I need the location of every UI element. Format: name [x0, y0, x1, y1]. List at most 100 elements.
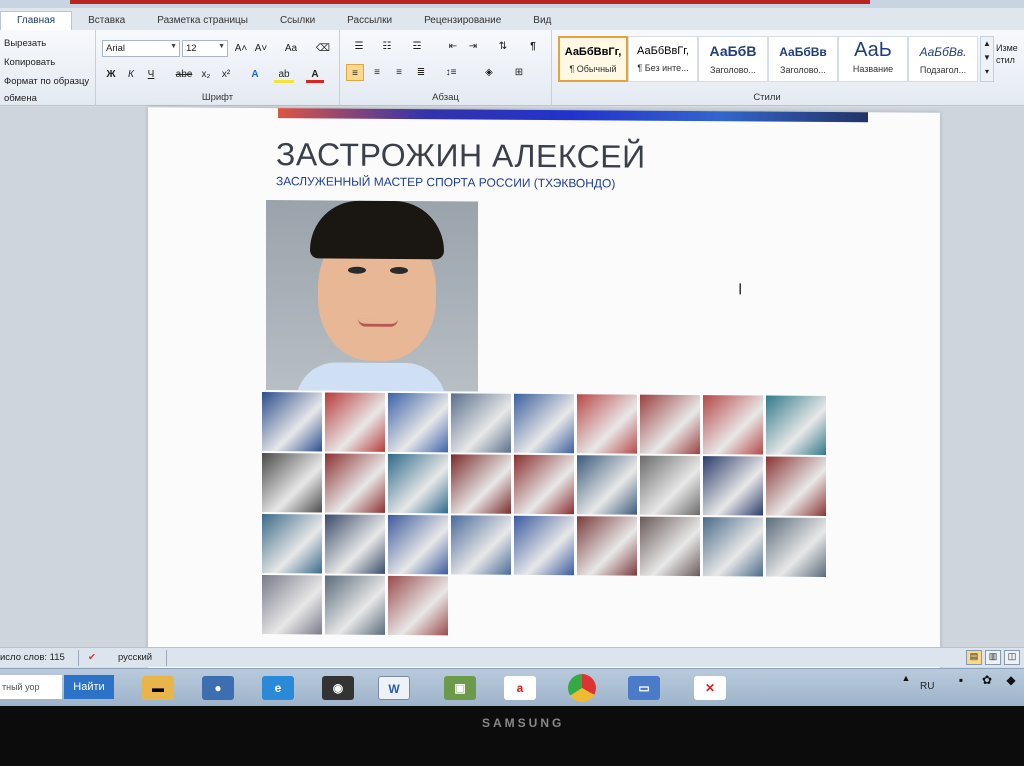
tab-mailings[interactable]: Рассылки: [331, 12, 408, 30]
bold-button[interactable]: Ж: [104, 66, 118, 83]
portrait-hair: [310, 200, 444, 260]
tab-view[interactable]: Вид: [517, 12, 567, 30]
chevron-down-icon: ▼: [170, 43, 177, 50]
taskbar-search-input[interactable]: тный уор: [0, 675, 62, 699]
increase-indent-icon[interactable]: ⇥: [464, 38, 482, 55]
document-page[interactable]: ЗАСТРОЖИН АЛЕКСЕЙ ЗАСЛУЖЕННЫЙ МАСТЕР СПО…: [148, 107, 940, 675]
style-heading-1[interactable]: АаБбВ Заголово...: [698, 36, 768, 82]
app-icon[interactable]: ◉: [322, 676, 354, 700]
language-indicator[interactable]: русский: [118, 652, 152, 663]
tray-icon[interactable]: ◆: [1002, 673, 1020, 701]
reading-view-icon[interactable]: ▥: [985, 650, 1001, 665]
folder-icon[interactable]: ▬: [142, 676, 174, 700]
style-title[interactable]: АаЬ Название: [838, 36, 908, 82]
style-sample: АаЬ: [854, 39, 892, 61]
change-styles-button[interactable]: Изме стил: [996, 42, 1024, 66]
status-separator: [166, 650, 167, 666]
gallery-photo: [262, 575, 322, 635]
tab-home[interactable]: Главная: [0, 11, 73, 30]
gallery-photo: [514, 454, 574, 515]
highlight-button[interactable]: ab: [274, 66, 294, 83]
gallery-photo: [640, 455, 700, 516]
pilcrow-icon[interactable]: ¶: [524, 38, 542, 55]
app2-icon[interactable]: ▣: [444, 676, 476, 700]
style-sample: АаБбВ: [709, 43, 757, 59]
gallery-photo: [388, 575, 448, 636]
tray-up-icon[interactable]: ▲: [896, 673, 916, 701]
decrease-indent-icon[interactable]: ⇤: [444, 38, 462, 55]
gallery-photo: [703, 395, 763, 455]
proofing-icon[interactable]: ✔: [88, 652, 96, 663]
cut-button[interactable]: Вырезать: [4, 38, 46, 49]
superscript-button[interactable]: x²: [218, 66, 234, 83]
gallery-photo: [577, 455, 637, 515]
grow-font-button[interactable]: A˄: [232, 40, 250, 57]
screen-icon[interactable]: ▭: [628, 676, 660, 700]
style-no-spacing[interactable]: АаБбВвГг, ¶ Без инте...: [628, 36, 698, 82]
style-subtitle[interactable]: АаБбВв. Подзагол...: [908, 36, 978, 82]
web-layout-icon[interactable]: ◫: [1004, 650, 1020, 665]
style-normal[interactable]: АаБбВвГг, ¶ Обычный: [558, 36, 628, 82]
gallery-photo: [451, 515, 511, 575]
taskbar-search-button[interactable]: Найти: [64, 675, 114, 699]
font-color-button[interactable]: A: [306, 66, 324, 83]
status-separator: [78, 650, 79, 666]
format-painter-button[interactable]: Формат по образцу: [4, 76, 89, 87]
tray-icon[interactable]: ▪: [952, 673, 970, 701]
style-sample: АаБбВвГг,: [637, 45, 689, 57]
numbering-icon[interactable]: ☷: [376, 38, 398, 55]
underline-button[interactable]: Ч: [144, 66, 158, 83]
font-size-combo[interactable]: 12 ▼: [182, 40, 228, 57]
sort-icon[interactable]: ⇅: [494, 38, 512, 55]
gallery-photo: [325, 514, 385, 574]
copy-button[interactable]: Копировать: [4, 57, 55, 68]
tab-page-layout[interactable]: Разметка страницы: [141, 12, 264, 30]
gallery-photo: [766, 456, 826, 516]
word-count[interactable]: исло слов: 115: [0, 652, 65, 663]
style-name: ¶ Обычный: [569, 64, 617, 74]
change-case-button[interactable]: Aa: [280, 40, 302, 57]
gallery-photo: [262, 392, 322, 452]
taskbar: тный уор Найти ▬ ● e ◉ W ▣ a ▭ ✕ ▲ RU ▪ …: [0, 668, 1024, 706]
clear-format-icon[interactable]: ⌫: [314, 40, 332, 57]
language-tray[interactable]: RU: [920, 681, 934, 692]
word-icon[interactable]: W: [378, 676, 410, 700]
close-icon[interactable]: ✕: [694, 676, 726, 700]
media-player-icon[interactable]: ●: [202, 676, 234, 700]
justify-icon[interactable]: ≣: [412, 64, 430, 81]
styles-scroll-icon[interactable]: ▲ ▼ ▾: [980, 36, 994, 82]
gallery-photo: [703, 517, 763, 577]
italic-button[interactable]: К: [124, 66, 138, 83]
tab-insert[interactable]: Вставка: [72, 12, 141, 30]
text-effects-button[interactable]: A: [246, 66, 264, 83]
gallery-photo: [514, 515, 574, 576]
document-title: ЗАСТРОЖИН АЛЕКСЕЙ: [276, 136, 646, 175]
align-left-icon[interactable]: ≡: [346, 64, 364, 81]
line-spacing-icon[interactable]: ↕≡: [440, 64, 462, 81]
portrait-eye: [348, 266, 366, 274]
font-family-combo[interactable]: Arial ▼: [102, 40, 180, 57]
bullets-icon[interactable]: ☰: [348, 38, 370, 55]
shrink-font-button[interactable]: A˅: [252, 40, 270, 57]
yandex-icon[interactable]: a: [504, 676, 536, 700]
align-right-icon[interactable]: ≡: [390, 64, 408, 81]
align-center-icon[interactable]: ≡: [368, 64, 386, 81]
style-name: Заголово...: [710, 65, 756, 75]
portrait-collar: [296, 362, 446, 392]
subscript-button[interactable]: x₂: [198, 66, 214, 83]
internet-explorer-icon[interactable]: e: [262, 676, 294, 700]
chrome-icon[interactable]: [568, 674, 596, 702]
multilevel-list-icon[interactable]: ☲: [406, 38, 428, 55]
tab-review[interactable]: Рецензирование: [408, 12, 517, 30]
gallery-photo: [577, 394, 637, 454]
style-sample: АаБбВв: [779, 45, 827, 59]
clipboard-group: Вырезать Копировать Формат по образцу об…: [0, 30, 96, 106]
style-heading-2[interactable]: АаБбВв Заголово...: [768, 36, 838, 82]
strikethrough-button[interactable]: abe: [174, 66, 194, 83]
portrait-eye: [390, 266, 408, 275]
tab-references[interactable]: Ссылки: [264, 12, 331, 30]
shading-icon[interactable]: ◈: [478, 64, 500, 81]
tray-icon[interactable]: ✿: [978, 673, 996, 701]
print-layout-icon[interactable]: ▤: [966, 650, 982, 665]
borders-icon[interactable]: ⊞: [508, 64, 530, 81]
